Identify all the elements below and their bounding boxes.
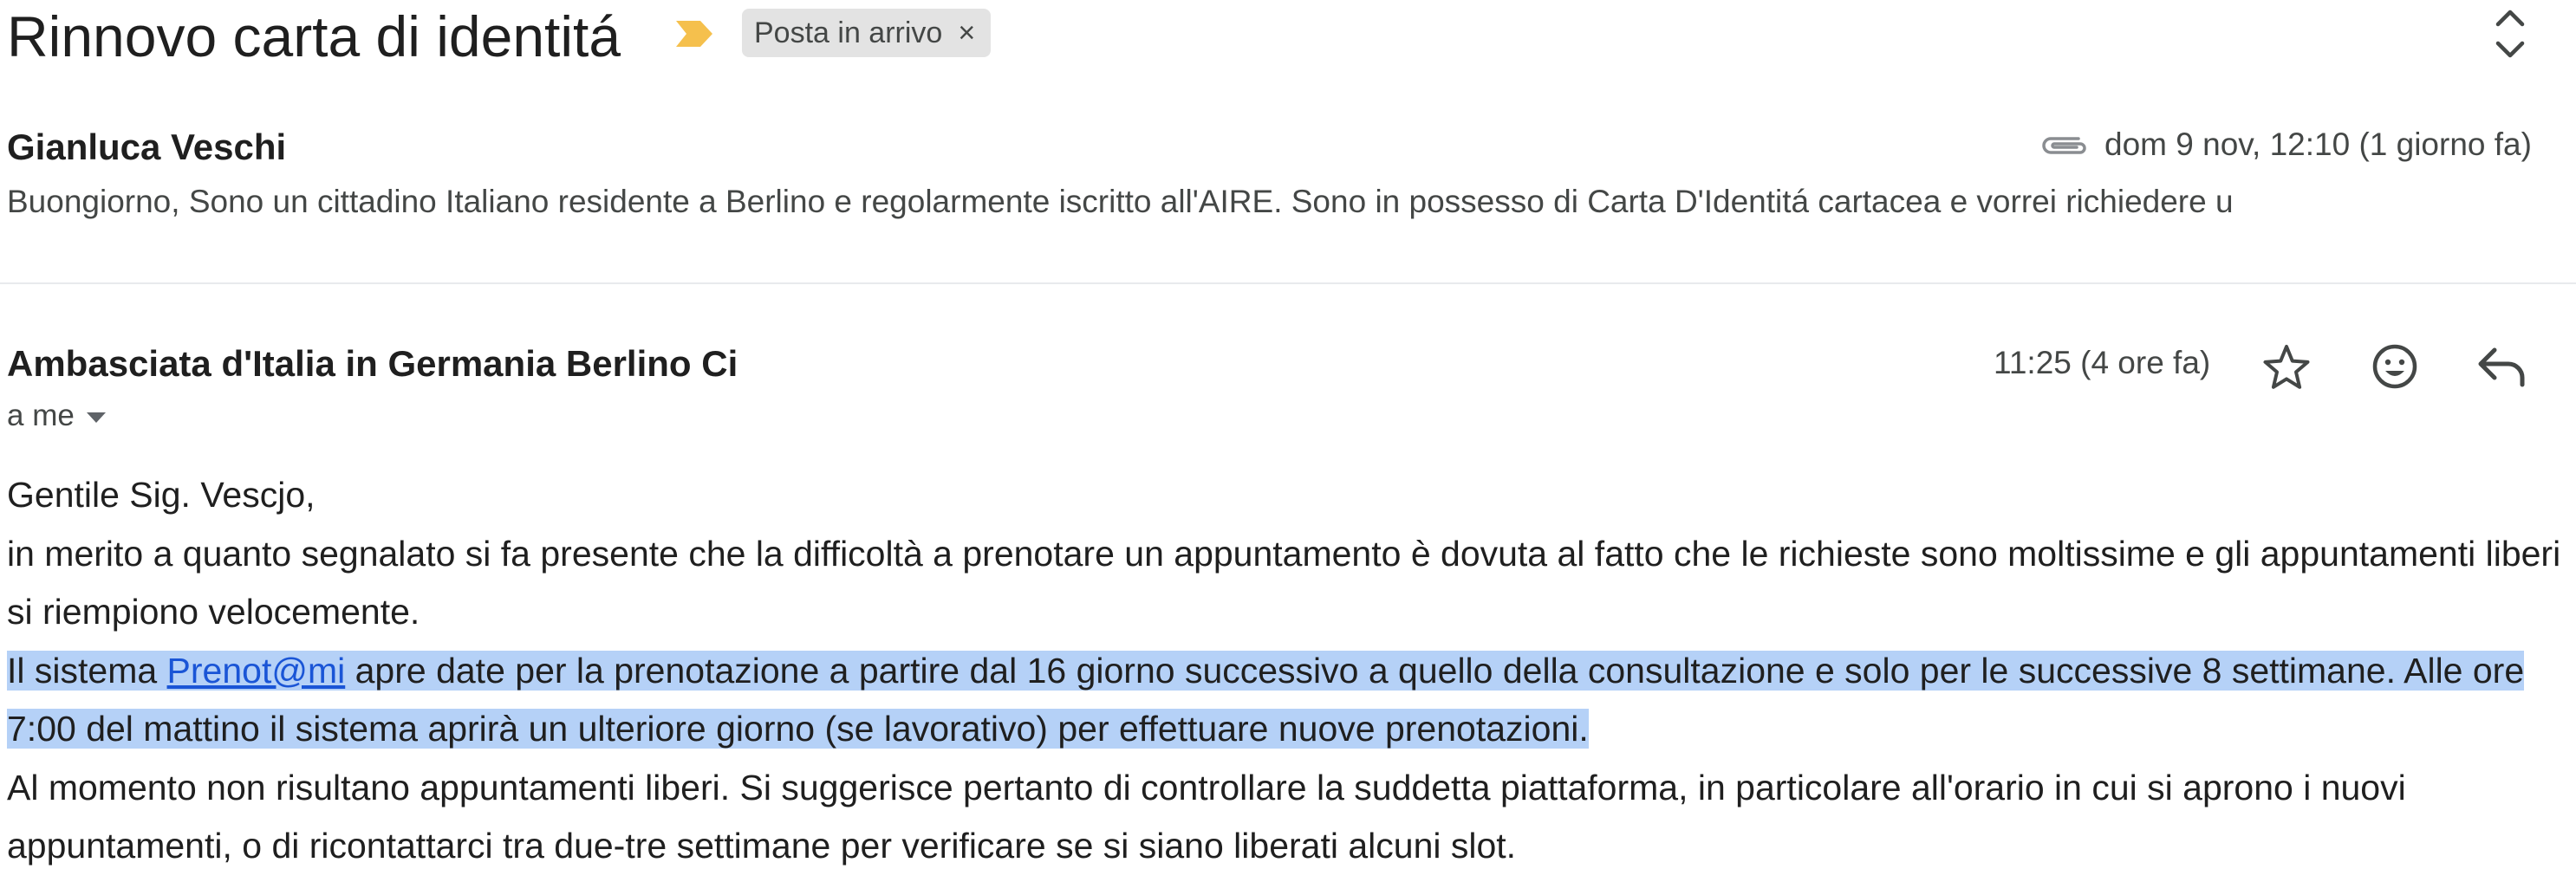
- message-sender[interactable]: Gianluca Veschi: [7, 126, 286, 168]
- importance-marker-icon[interactable]: [674, 19, 714, 49]
- message-divider: [0, 282, 2576, 284]
- body-paragraph: in merito a quanto segnalato si fa prese…: [7, 533, 2561, 632]
- star-icon[interactable]: [2259, 340, 2314, 395]
- message-body: Gentile Sig. Vescjo, in merito a quanto …: [7, 466, 2573, 876]
- caret-down-icon[interactable]: [86, 412, 106, 423]
- thread-subject: Rinnovo carta di identitá: [7, 4, 621, 68]
- recipients-toggle[interactable]: a me: [7, 399, 106, 433]
- remove-label-icon[interactable]: ×: [958, 16, 975, 50]
- unfold-icon[interactable]: [2486, 5, 2534, 62]
- body-greeting: Gentile Sig. Vescjo,: [7, 475, 315, 515]
- attachment-icon: [2037, 128, 2091, 163]
- label-chip-inbox[interactable]: Posta in arrivo ×: [742, 9, 992, 57]
- label-chip-text: Posta in arrivo: [754, 16, 943, 49]
- message-sender[interactable]: Ambasciata d'Italia in Germania Berlino …: [7, 343, 738, 385]
- body-paragraph: Al momento non risultano appuntamenti li…: [7, 767, 2406, 866]
- reply-icon[interactable]: [2475, 343, 2527, 390]
- recipients-label: a me: [7, 399, 75, 432]
- body-text: Il sistema: [7, 650, 167, 691]
- message-snippet[interactable]: Buongiorno, Sono un cittadino Italiano r…: [7, 184, 2521, 220]
- prenotami-link[interactable]: Prenot@mi: [167, 651, 346, 691]
- message-date: dom 9 nov, 12:10 (1 giorno fa): [2104, 126, 2532, 162]
- body-paragraph-selected: Il sistema Prenot@mi apre date per la pr…: [7, 642, 2573, 759]
- body-text: apre date per la prenotazione a partire …: [7, 650, 2525, 749]
- message-date: 11:25 (4 ore fa): [1994, 345, 2211, 380]
- emoji-icon[interactable]: [2366, 338, 2423, 395]
